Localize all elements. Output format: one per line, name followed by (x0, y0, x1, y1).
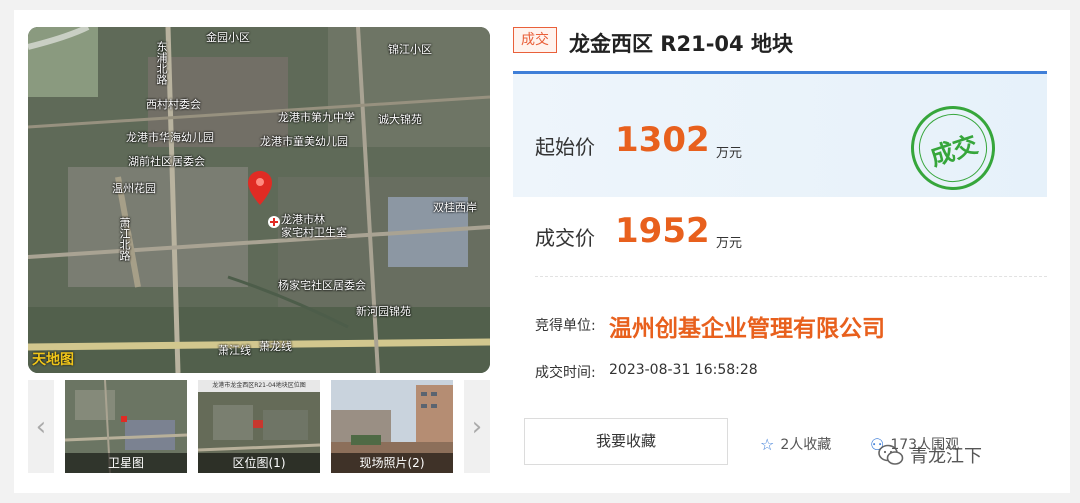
page-title: 龙金西区 R21-04 地块 (569, 32, 793, 56)
divider (535, 276, 1047, 277)
thumbnail-strip: ‹ 卫星图 龙港市龙金西区R21-04地块区位图 区位图(1) 现场照片(2) … (28, 380, 490, 473)
map-label: 萧龙线 (259, 340, 292, 353)
map-label: 新河园锦苑 (356, 305, 411, 318)
deal-price-value: 1952 (615, 211, 710, 251)
deal-stamp-text: 成交 (926, 129, 981, 172)
wechat-icon (878, 444, 904, 465)
map-label: 东浦北路 (155, 41, 168, 85)
thumbnail-location-map[interactable]: 龙港市龙金西区R21-04地块区位图 区位图(1) (198, 380, 320, 473)
map-label: 诚大锦苑 (378, 113, 422, 126)
map-label: 龙港市华海幼儿园 (126, 131, 214, 144)
map-label: 杨家宅社区居委会 (278, 279, 366, 292)
thumbnail-caption: 卫星图 (65, 453, 187, 473)
map-label: 金园小区 (206, 31, 250, 44)
favorites-stat[interactable]: ☆ 2人收藏 (760, 434, 831, 454)
watermark: 青龙江下 (878, 442, 982, 468)
deal-price-label: 成交价 (535, 226, 595, 250)
map-label: 温州花园 (112, 182, 156, 195)
prev-arrow-icon[interactable]: ‹ (28, 380, 54, 473)
hospital-icon (268, 216, 280, 228)
favorite-button[interactable]: 我要收藏 (524, 418, 728, 465)
map-label: 家宅村卫生室 (281, 226, 347, 239)
winner-name: 温州创基企业管理有限公司 (609, 316, 885, 342)
location-map-title: 龙港市龙金西区R21-04地块区位图 (212, 382, 306, 389)
map-label: 萧江北路 (118, 217, 131, 261)
map-label: 西村村委会 (146, 98, 201, 111)
map-label: 龙港市第九中学 (278, 111, 355, 124)
star-icon: ☆ (760, 434, 775, 454)
next-arrow-icon[interactable]: › (464, 380, 490, 473)
deal-time-label: 成交时间: (535, 365, 596, 381)
winner-label: 竞得单位: (535, 318, 596, 334)
watermark-text: 青龙江下 (910, 446, 982, 467)
deal-price-unit: 万元 (716, 236, 743, 251)
map-label: 双桂西岸 (433, 201, 477, 214)
start-price-value: 1302 (615, 120, 710, 160)
start-price-label: 起始价 (535, 135, 595, 159)
status-badge: 成交 (513, 27, 557, 53)
thumbnail-satellite[interactable]: 卫星图 (65, 380, 187, 473)
deal-time-value: 2023-08-31 16:58:28 (609, 362, 758, 378)
map-label: 龙港市童美幼儿园 (260, 135, 348, 148)
map-label: 萧江线 (218, 344, 251, 357)
start-price-unit: 万元 (716, 146, 743, 161)
satellite-map[interactable]: 金园小区 东浦北路 西村村委会 龙港市第九中学 龙港市华海幼儿园 龙港市童美幼儿… (28, 27, 490, 373)
thumbnail-caption: 现场照片(2) (331, 453, 453, 473)
thumbnail-caption: 区位图(1) (198, 453, 320, 473)
thumbnail-site-photo[interactable]: 现场照片(2) (331, 380, 453, 473)
map-label: 湖前社区居委会 (128, 155, 205, 168)
map-label: 锦江小区 (388, 43, 432, 56)
favorites-count: 2人收藏 (780, 437, 832, 453)
map-provider-logo: 天地图 (32, 352, 74, 368)
location-pin-icon (248, 171, 272, 205)
